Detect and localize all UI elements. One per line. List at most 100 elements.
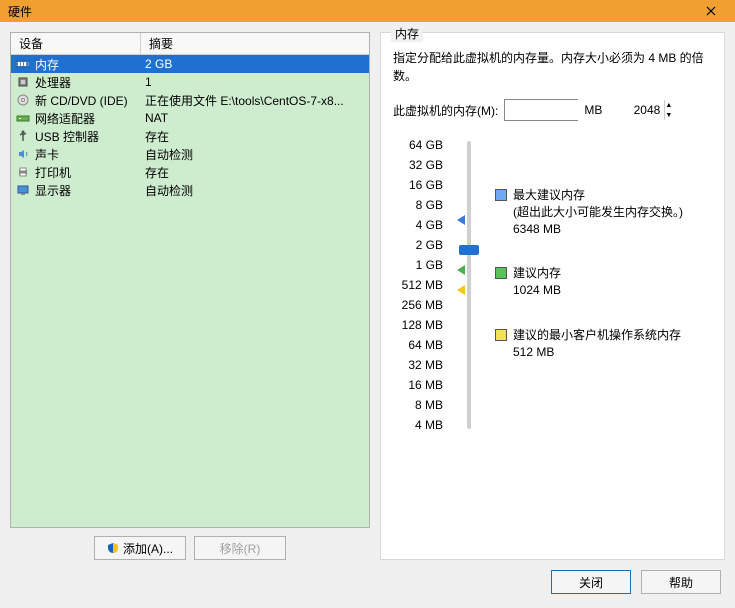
legend-square-blue <box>495 189 507 201</box>
dialog-footer: 关闭 帮助 <box>0 570 735 594</box>
legend-max: 最大建议内存 (超出此大小可能发生内存交换。) 6348 MB <box>495 187 712 237</box>
device-row[interactable]: 声卡自动检测 <box>11 145 369 163</box>
device-name: 打印机 <box>35 164 145 181</box>
tick-label: 512 MB <box>393 275 443 295</box>
legend-rec-title: 建议内存 <box>513 265 561 282</box>
device-list: 内存2 GB处理器1新 CD/DVD (IDE)正在使用文件 E:\tools\… <box>11 55 369 527</box>
header-device: 设备 <box>11 33 141 54</box>
close-button-label: 关闭 <box>579 574 603 591</box>
shield-icon <box>107 542 119 554</box>
legend-max-value: 6348 MB <box>513 221 683 238</box>
legend-min: 建议的最小客户机操作系统内存 512 MB <box>495 327 712 361</box>
device-row[interactable]: 新 CD/DVD (IDE)正在使用文件 E:\tools\CentOS-7-x… <box>11 91 369 109</box>
spinner-down[interactable]: ▼ <box>665 110 672 120</box>
slider-track-column <box>451 135 487 435</box>
tick-label: 1 GB <box>393 255 443 275</box>
memory-panel: 内存 指定分配给此虚拟机的内存量。内存大小必须为 4 MB 的倍数。 此虚拟机的… <box>380 32 725 560</box>
add-button-label: 添加(A)... <box>123 540 173 557</box>
memory-legend: 最大建议内存 (超出此大小可能发生内存交换。) 6348 MB 建议内存 102… <box>495 135 712 435</box>
legend-max-note: (超出此大小可能发生内存交换。) <box>513 204 683 221</box>
tick-label: 2 GB <box>393 235 443 255</box>
add-button[interactable]: 添加(A)... <box>94 536 186 560</box>
tick-label: 16 MB <box>393 375 443 395</box>
device-row[interactable]: 打印机存在 <box>11 163 369 181</box>
help-button-label: 帮助 <box>669 574 693 591</box>
cd-icon <box>15 93 31 107</box>
memory-description: 指定分配给此虚拟机的内存量。内存大小必须为 4 MB 的倍数。 <box>393 49 712 85</box>
legend-max-title: 最大建议内存 <box>513 187 683 204</box>
device-name: USB 控制器 <box>35 128 145 145</box>
device-summary: 自动检测 <box>145 182 365 199</box>
remove-button: 移除(R) <box>194 536 286 560</box>
memory-unit: MB <box>584 103 602 117</box>
device-row[interactable]: 内存2 GB <box>11 55 369 73</box>
memory-input-label: 此虚拟机的内存(M): <box>393 102 498 119</box>
rec-marker-icon <box>457 265 465 275</box>
tick-label: 128 MB <box>393 315 443 335</box>
window-title: 硬件 <box>8 3 691 20</box>
legend-min-value: 512 MB <box>513 344 681 361</box>
memory-slider-area: 64 GB32 GB16 GB8 GB4 GB2 GB1 GB512 MB256… <box>393 135 712 435</box>
spinner-up[interactable]: ▲ <box>665 100 672 110</box>
display-icon <box>15 183 31 197</box>
legend-min-title: 建议的最小客户机操作系统内存 <box>513 327 681 344</box>
device-name: 内存 <box>35 56 145 73</box>
close-window-button[interactable] <box>691 0 731 22</box>
device-row[interactable]: 网络适配器NAT <box>11 109 369 127</box>
tick-label: 8 GB <box>393 195 443 215</box>
left-panel: 设备 摘要 内存2 GB处理器1新 CD/DVD (IDE)正在使用文件 E:\… <box>10 32 370 560</box>
spinner-arrows[interactable]: ▲ ▼ <box>664 100 672 120</box>
memory-icon <box>15 57 31 71</box>
remove-button-label: 移除(R) <box>220 540 261 557</box>
cpu-icon <box>15 75 31 89</box>
close-button[interactable]: 关闭 <box>551 570 631 594</box>
device-row[interactable]: USB 控制器存在 <box>11 127 369 145</box>
printer-icon <box>15 165 31 179</box>
legend-rec-value: 1024 MB <box>513 282 561 299</box>
legend-square-yellow <box>495 329 507 341</box>
legend-rec: 建议内存 1024 MB <box>495 265 712 299</box>
device-name: 新 CD/DVD (IDE) <box>35 92 145 109</box>
max-marker-icon <box>457 215 465 225</box>
legend-rec-text: 建议内存 1024 MB <box>513 265 561 299</box>
tick-label: 32 MB <box>393 355 443 375</box>
header-summary: 摘要 <box>141 33 369 54</box>
memory-spinner[interactable]: ▲ ▼ <box>504 99 578 121</box>
legend-max-text: 最大建议内存 (超出此大小可能发生内存交换。) 6348 MB <box>513 187 683 237</box>
tick-label: 256 MB <box>393 295 443 315</box>
legend-square-green <box>495 267 507 279</box>
device-summary: 自动检测 <box>145 146 365 163</box>
device-name: 声卡 <box>35 146 145 163</box>
group-title: 内存 <box>391 25 423 42</box>
tick-label: 4 MB <box>393 415 443 435</box>
sound-icon <box>15 147 31 161</box>
device-summary: 存在 <box>145 128 365 145</box>
device-summary: 存在 <box>145 164 365 181</box>
slider-tick-labels: 64 GB32 GB16 GB8 GB4 GB2 GB1 GB512 MB256… <box>393 135 443 435</box>
device-summary: 正在使用文件 E:\tools\CentOS-7-x8... <box>145 92 365 109</box>
device-summary: 1 <box>145 75 365 89</box>
device-summary: NAT <box>145 111 365 125</box>
tick-label: 64 GB <box>393 135 443 155</box>
title-bar: 硬件 <box>0 0 735 22</box>
slider-markers <box>451 141 487 429</box>
net-icon <box>15 111 31 125</box>
tick-label: 4 GB <box>393 215 443 235</box>
tick-label: 16 GB <box>393 175 443 195</box>
min-marker-icon <box>457 285 465 295</box>
help-button[interactable]: 帮助 <box>641 570 721 594</box>
slider-thumb[interactable] <box>459 245 479 255</box>
device-buttons: 添加(A)... 移除(R) <box>10 536 370 560</box>
device-row[interactable]: 处理器1 <box>11 73 369 91</box>
tick-label: 32 GB <box>393 155 443 175</box>
close-icon <box>706 6 716 16</box>
device-list-header: 设备 摘要 <box>11 33 369 55</box>
device-name: 网络适配器 <box>35 110 145 127</box>
legend-min-text: 建议的最小客户机操作系统内存 512 MB <box>513 327 681 361</box>
tick-label: 8 MB <box>393 395 443 415</box>
device-summary: 2 GB <box>145 57 365 71</box>
device-name: 处理器 <box>35 74 145 91</box>
usb-icon <box>15 129 31 143</box>
device-list-box: 设备 摘要 内存2 GB处理器1新 CD/DVD (IDE)正在使用文件 E:\… <box>10 32 370 528</box>
device-row[interactable]: 显示器自动检测 <box>11 181 369 199</box>
